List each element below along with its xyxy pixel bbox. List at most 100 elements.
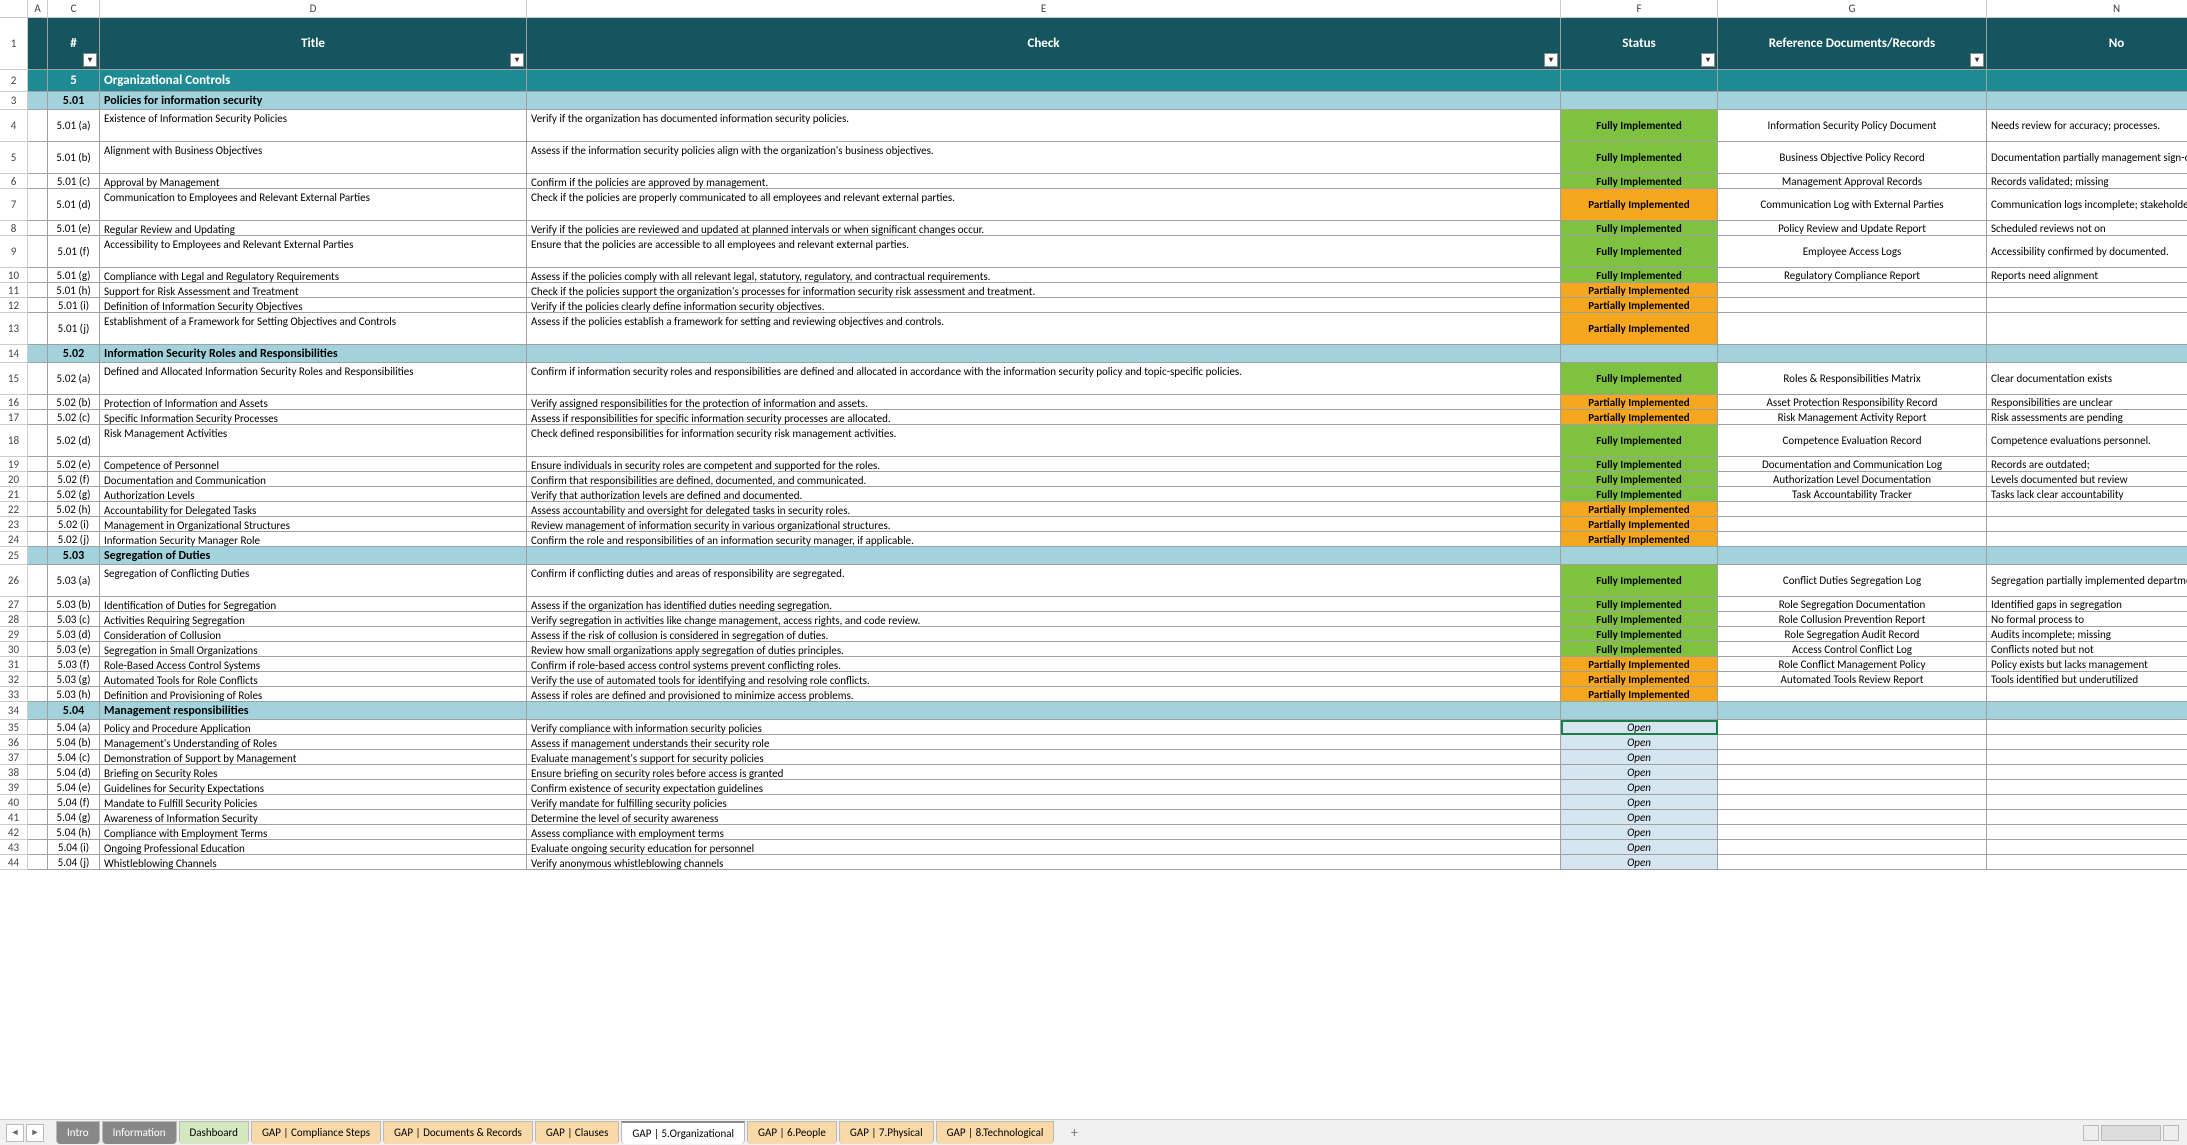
row-id[interactable]: 5.03 (h)	[48, 687, 100, 702]
row-id[interactable]: 5.04 (h)	[48, 825, 100, 840]
ref-cell[interactable]	[1718, 825, 1987, 840]
row-check[interactable]: Check if the policies support the organi…	[527, 283, 1561, 298]
row-check[interactable]: Verify if the organization has documente…	[527, 110, 1561, 142]
sheet-tab[interactable]: Dashboard	[179, 1121, 249, 1144]
filter-icon[interactable]	[83, 53, 97, 67]
row-id[interactable]: 5.02 (i)	[48, 517, 100, 532]
row-check[interactable]: Assess accountability and oversight for …	[527, 502, 1561, 517]
status-cell[interactable]: Fully Implemented	[1561, 597, 1718, 612]
col-header-C[interactable]: C	[48, 0, 100, 17]
row-id[interactable]: 5.04 (b)	[48, 735, 100, 750]
row-check[interactable]: Verify assigned responsibilities for the…	[527, 395, 1561, 410]
ref-cell[interactable]	[1718, 532, 1987, 547]
tab-nav-prev-icon[interactable]: ◄	[6, 1124, 24, 1142]
notes-cell[interactable]	[1987, 735, 2187, 750]
ref-cell[interactable]	[1718, 765, 1987, 780]
row-check[interactable]: Check if the policies are properly commu…	[527, 189, 1561, 221]
notes-cell[interactable]: Tasks lack clear accountability	[1987, 487, 2187, 502]
sheet-tab[interactable]: GAP | 8.Technological	[936, 1121, 1055, 1144]
status-cell[interactable]: Fully Implemented	[1561, 612, 1718, 627]
notes-cell[interactable]	[1987, 825, 2187, 840]
row-check[interactable]: Ensure that the policies are accessible …	[527, 236, 1561, 268]
row-header[interactable]: 21	[0, 487, 28, 502]
row-header-1[interactable]: 1	[0, 18, 28, 70]
sheet-tab[interactable]: GAP | Documents & Records	[383, 1121, 533, 1144]
scroll-track[interactable]	[2101, 1125, 2161, 1141]
row-title[interactable]: Competence of Personnel	[100, 457, 527, 472]
row-check[interactable]: Determine the level of security awarenes…	[527, 810, 1561, 825]
row-check[interactable]: Verify anonymous whistleblowing channels	[527, 855, 1561, 870]
spreadsheet-grid[interactable]: A C D E F G N 1 # Title Check Status Ref…	[0, 0, 2187, 1115]
row-id[interactable]: 5.04 (f)	[48, 795, 100, 810]
row-header[interactable]: 6	[0, 174, 28, 189]
filter-icon[interactable]	[1970, 53, 1984, 67]
ref-cell[interactable]: Task Accountability Tracker	[1718, 487, 1987, 502]
row-check[interactable]: Assess if the organization has identifie…	[527, 597, 1561, 612]
row-title[interactable]: Definition of Information Security Objec…	[100, 298, 527, 313]
row-title[interactable]: Accessibility to Employees and Relevant …	[100, 236, 527, 268]
row-header[interactable]: 41	[0, 810, 28, 825]
status-cell[interactable]: Fully Implemented	[1561, 565, 1718, 597]
notes-cell[interactable]: Scheduled reviews not on	[1987, 221, 2187, 236]
row-check[interactable]: Assess compliance with employment terms	[527, 825, 1561, 840]
notes-cell[interactable]: Identified gaps in segregation	[1987, 597, 2187, 612]
row-title[interactable]: Management's Understanding of Roles	[100, 735, 527, 750]
row-header[interactable]: 5	[0, 142, 28, 174]
row-title[interactable]: Documentation and Communication	[100, 472, 527, 487]
ref-cell[interactable]: Role Conflict Management Policy	[1718, 657, 1987, 672]
notes-cell[interactable]	[1987, 810, 2187, 825]
ref-cell[interactable]	[1718, 283, 1987, 298]
row-title[interactable]: Authorization Levels	[100, 487, 527, 502]
row-header[interactable]: 34	[0, 702, 28, 720]
row-id[interactable]: 5.03 (f)	[48, 657, 100, 672]
status-cell[interactable]: Fully Implemented	[1561, 142, 1718, 174]
row-header[interactable]: 35	[0, 720, 28, 735]
status-cell[interactable]: Partially Implemented	[1561, 517, 1718, 532]
status-cell[interactable]: Fully Implemented	[1561, 174, 1718, 189]
row-title[interactable]: Demonstration of Support by Management	[100, 750, 527, 765]
row-id[interactable]: 5.01 (c)	[48, 174, 100, 189]
row-check[interactable]: Verify if the policies are reviewed and …	[527, 221, 1561, 236]
status-cell[interactable]: Partially Implemented	[1561, 687, 1718, 702]
row-header[interactable]: 36	[0, 735, 28, 750]
row-header[interactable]: 11	[0, 283, 28, 298]
ref-cell[interactable]	[1718, 313, 1987, 345]
row-id[interactable]: 5.03 (b)	[48, 597, 100, 612]
ref-cell[interactable]: Conflict Duties Segregation Log	[1718, 565, 1987, 597]
notes-cell[interactable]: Documentation partially management sign-…	[1987, 142, 2187, 174]
row-title[interactable]: Segregation in Small Organizations	[100, 642, 527, 657]
status-cell[interactable]: Partially Implemented	[1561, 313, 1718, 345]
row-title[interactable]: Accountability for Delegated Tasks	[100, 502, 527, 517]
row-id[interactable]: 5.03 (g)	[48, 672, 100, 687]
row-title[interactable]: Role-Based Access Control Systems	[100, 657, 527, 672]
row-header-2[interactable]: 2	[0, 70, 28, 92]
notes-cell[interactable]: Records are outdated;	[1987, 457, 2187, 472]
ref-cell[interactable]: Role Segregation Documentation	[1718, 597, 1987, 612]
ref-cell[interactable]: Asset Protection Responsibility Record	[1718, 395, 1987, 410]
ref-cell[interactable]: Roles & Responsibilities Matrix	[1718, 363, 1987, 395]
ref-cell[interactable]	[1718, 750, 1987, 765]
row-id[interactable]: 5.04 (j)	[48, 855, 100, 870]
status-cell[interactable]: Partially Implemented	[1561, 298, 1718, 313]
row-id[interactable]: 5.01 (g)	[48, 268, 100, 283]
row-check[interactable]: Assess if management understands their s…	[527, 735, 1561, 750]
row-header[interactable]: 4	[0, 110, 28, 142]
row-title[interactable]: Approval by Management	[100, 174, 527, 189]
row-header[interactable]: 14	[0, 345, 28, 363]
sheet-tab[interactable]: Intro	[56, 1121, 100, 1144]
row-id[interactable]: 5.02 (j)	[48, 532, 100, 547]
row-id[interactable]: 5.02 (c)	[48, 410, 100, 425]
ref-cell[interactable]: Regulatory Compliance Report	[1718, 268, 1987, 283]
row-header[interactable]: 24	[0, 532, 28, 547]
ref-cell[interactable]: Risk Management Activity Report	[1718, 410, 1987, 425]
status-cell[interactable]: Fully Implemented	[1561, 268, 1718, 283]
notes-cell[interactable]: Policy exists but lacks management	[1987, 657, 2187, 672]
notes-cell[interactable]	[1987, 765, 2187, 780]
ref-cell[interactable]	[1718, 855, 1987, 870]
notes-cell[interactable]	[1987, 795, 2187, 810]
row-title[interactable]: Activities Requiring Segregation	[100, 612, 527, 627]
status-cell[interactable]: Open	[1561, 720, 1718, 735]
row-header[interactable]: 25	[0, 547, 28, 565]
row-title[interactable]: Management in Organizational Structures	[100, 517, 527, 532]
status-cell[interactable]: Fully Implemented	[1561, 236, 1718, 268]
